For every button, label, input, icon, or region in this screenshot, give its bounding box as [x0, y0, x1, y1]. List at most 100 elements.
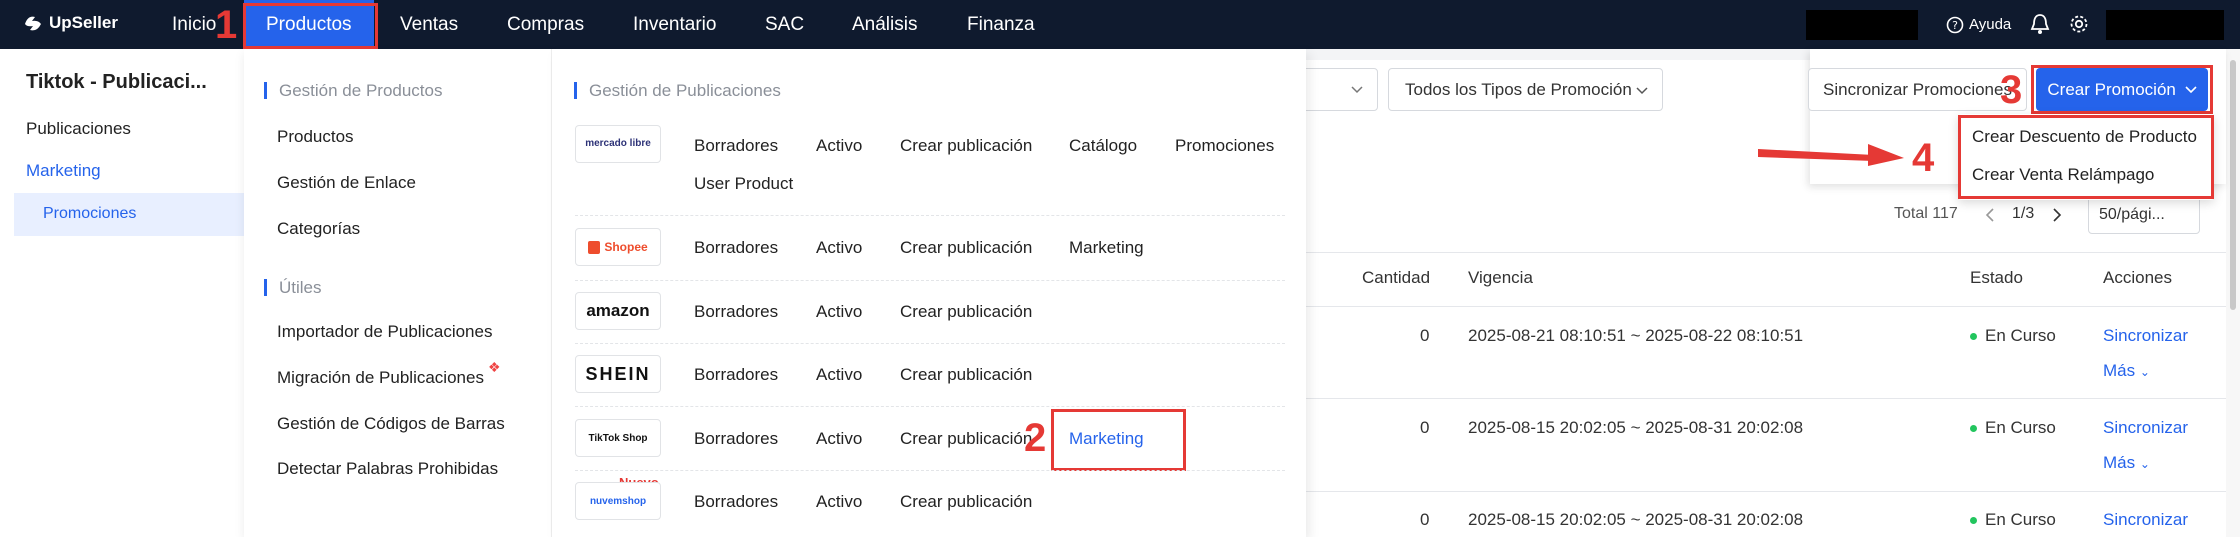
ml-promociones-link[interactable]: Promociones [1175, 136, 1274, 156]
shopee-activo-link[interactable]: Activo [816, 238, 862, 258]
amazon-crear-link[interactable]: Crear publicación [900, 302, 1032, 322]
sidebar-item-marketing[interactable]: Marketing [26, 161, 101, 181]
svg-text:?: ? [1952, 19, 1958, 32]
row2-vigencia: 2025-08-15 20:02:05 ~ 2025-08-31 20:02:0… [1468, 418, 1804, 437]
fire-icon: ❖ [488, 359, 501, 375]
amazon-logo-text: amazon [586, 301, 650, 320]
tiktok-shop-logo: TikTok Shop [575, 419, 661, 457]
nav-finanza[interactable]: Finanza [967, 0, 1035, 49]
section-gestion-productos: Gestión de Productos [264, 82, 442, 99]
nav-inicio[interactable]: Inicio [172, 0, 216, 49]
chevron-right-icon[interactable] [2052, 208, 2062, 222]
row1-mas-text: Más [2103, 361, 2136, 380]
scrollbar-thumb[interactable] [2230, 60, 2236, 310]
nav-analisis[interactable]: Análisis [852, 0, 917, 49]
shein-borradores-link[interactable]: Borradores [694, 365, 778, 385]
row2-estado: En Curso [1970, 418, 2056, 438]
row1-mas-link[interactable]: Más ⌄ [2103, 361, 2150, 381]
annotation-arrow-icon [1758, 144, 1904, 166]
question-icon: ? [1946, 16, 1964, 33]
row2-cantidad: 0 [1420, 418, 1430, 437]
shopee-borradores-link[interactable]: Borradores [694, 238, 778, 258]
menu-item-codigos-barras[interactable]: Gestión de Códigos de Barras [277, 414, 505, 434]
shein-crear-link[interactable]: Crear publicación [900, 365, 1032, 385]
annotation-box-menu [1958, 115, 2214, 199]
nuvemshop-logo: nuvemshop [575, 482, 661, 520]
help-label: Ayuda [1969, 16, 2012, 33]
shein-logo: SHEIN [575, 355, 661, 393]
row-divider [575, 215, 1285, 216]
ml-user-product-link[interactable]: User Product [694, 174, 793, 194]
upseller-logo-icon [25, 16, 41, 31]
nav-inventario[interactable]: Inventario [633, 0, 716, 49]
annotation-number-3: 3 [2000, 68, 2023, 112]
row1-estado-text: En Curso [1985, 326, 2056, 345]
nav-compras[interactable]: Compras [507, 0, 584, 49]
sidebar-item-promociones[interactable]: Promociones [14, 193, 244, 236]
logo-text: UpSeller [49, 13, 118, 32]
annotation-box-crear [2031, 65, 2213, 114]
amazon-borradores-link[interactable]: Borradores [694, 302, 778, 322]
menu-item-migracion[interactable]: Migración de Publicaciones [277, 368, 484, 388]
row2-estado-text: En Curso [1985, 418, 2056, 437]
annotation-number-1: 1 [215, 3, 238, 47]
chevron-down-icon: ⌄ [2139, 365, 2150, 379]
left-sidebar: Tiktok - Publicaci... Publicaciones Mark… [0, 49, 244, 537]
mercadolibre-logo-text: mercado libre [585, 138, 651, 149]
products-menu-left: Gestión de Productos Productos Gestión d… [244, 49, 552, 537]
amazon-activo-link[interactable]: Activo [816, 302, 862, 322]
row1-sincronizar-link[interactable]: Sincronizar [2103, 326, 2188, 346]
bell-icon[interactable] [2029, 12, 2051, 36]
sync-promotions-button[interactable]: Sincronizar Promociones [1808, 68, 2027, 111]
shopee-marketing-link[interactable]: Marketing [1069, 238, 1144, 258]
menu-item-palabras-prohibidas[interactable]: Detectar Palabras Prohibidas [277, 459, 498, 479]
menu-item-gestion-enlace[interactable]: Gestión de Enlace [277, 173, 416, 193]
row2-sincronizar-link[interactable]: Sincronizar [2103, 418, 2188, 438]
nuvemshop-activo-link[interactable]: Activo [816, 492, 862, 512]
nav-ventas[interactable]: Ventas [400, 0, 458, 49]
gear-icon[interactable] [2068, 12, 2090, 36]
nuvemshop-borradores-link[interactable]: Borradores [694, 492, 778, 512]
help-button[interactable]: ? Ayuda [1946, 0, 2011, 49]
chevron-left-icon[interactable] [1985, 208, 1995, 222]
ml-borradores-link[interactable]: Borradores [694, 136, 778, 156]
tiktok-shop-logo-text: TikTok Shop [588, 432, 648, 444]
shopee-logo: Shopee [575, 228, 661, 266]
row2-mas-link[interactable]: Más ⌄ [2103, 453, 2150, 473]
tiktok-crear-link[interactable]: Crear publicación [900, 429, 1032, 449]
row1-cantidad: 0 [1420, 326, 1430, 345]
promo-type-select[interactable]: Todos los Tipos de Promoción [1388, 68, 1663, 111]
ml-catalogo-link[interactable]: Catálogo [1069, 136, 1137, 156]
nuvemshop-crear-link[interactable]: Crear publicación [900, 492, 1032, 512]
row3-sincronizar-link[interactable]: Sincronizar [2103, 510, 2188, 530]
section-gestion-publicaciones: Gestión de Publicaciones [574, 82, 781, 99]
nav-sac[interactable]: SAC [765, 0, 804, 49]
ml-crear-link[interactable]: Crear publicación [900, 136, 1032, 156]
row-divider [575, 406, 1285, 407]
sidebar-item-promociones-label: Promociones [43, 205, 137, 222]
shopee-bag-icon [588, 240, 601, 254]
annotation-number-2: 2 [1024, 416, 1047, 460]
ml-activo-link[interactable]: Activo [816, 136, 862, 156]
menu-item-categorias[interactable]: Categorías [277, 219, 360, 239]
shopee-crear-link[interactable]: Crear publicación [900, 238, 1032, 258]
row-divider [575, 470, 1285, 471]
row3-vigencia: 2025-08-15 20:02:05 ~ 2025-08-31 20:02:0… [1468, 510, 1804, 529]
menu-item-productos[interactable]: Productos [277, 127, 354, 147]
shein-activo-link[interactable]: Activo [816, 365, 862, 385]
tiktok-activo-link[interactable]: Activo [816, 429, 862, 449]
nuvemshop-logo-text: nuvemshop [589, 495, 647, 507]
status-dot [1970, 517, 1977, 525]
pager-page: 1/3 [2012, 205, 2035, 222]
upseller-logo[interactable]: UpSeller [22, 12, 118, 34]
row1-vigencia: 2025-08-21 08:10:51 ~ 2025-08-22 08:10:5… [1468, 326, 1804, 345]
mercadolibre-logo: mercado libre [575, 125, 661, 163]
row-divider [575, 343, 1285, 344]
page-size-select[interactable]: 50/pági... [2088, 196, 2200, 234]
header-acciones: Acciones [2103, 268, 2172, 287]
menu-item-importador[interactable]: Importador de Publicaciones [277, 322, 492, 342]
sidebar-item-publicaciones[interactable]: Publicaciones [26, 119, 131, 139]
amazon-logo: amazon [575, 292, 661, 330]
tiktok-borradores-link[interactable]: Borradores [694, 429, 778, 449]
chevron-down-icon: ⌄ [2139, 457, 2150, 471]
